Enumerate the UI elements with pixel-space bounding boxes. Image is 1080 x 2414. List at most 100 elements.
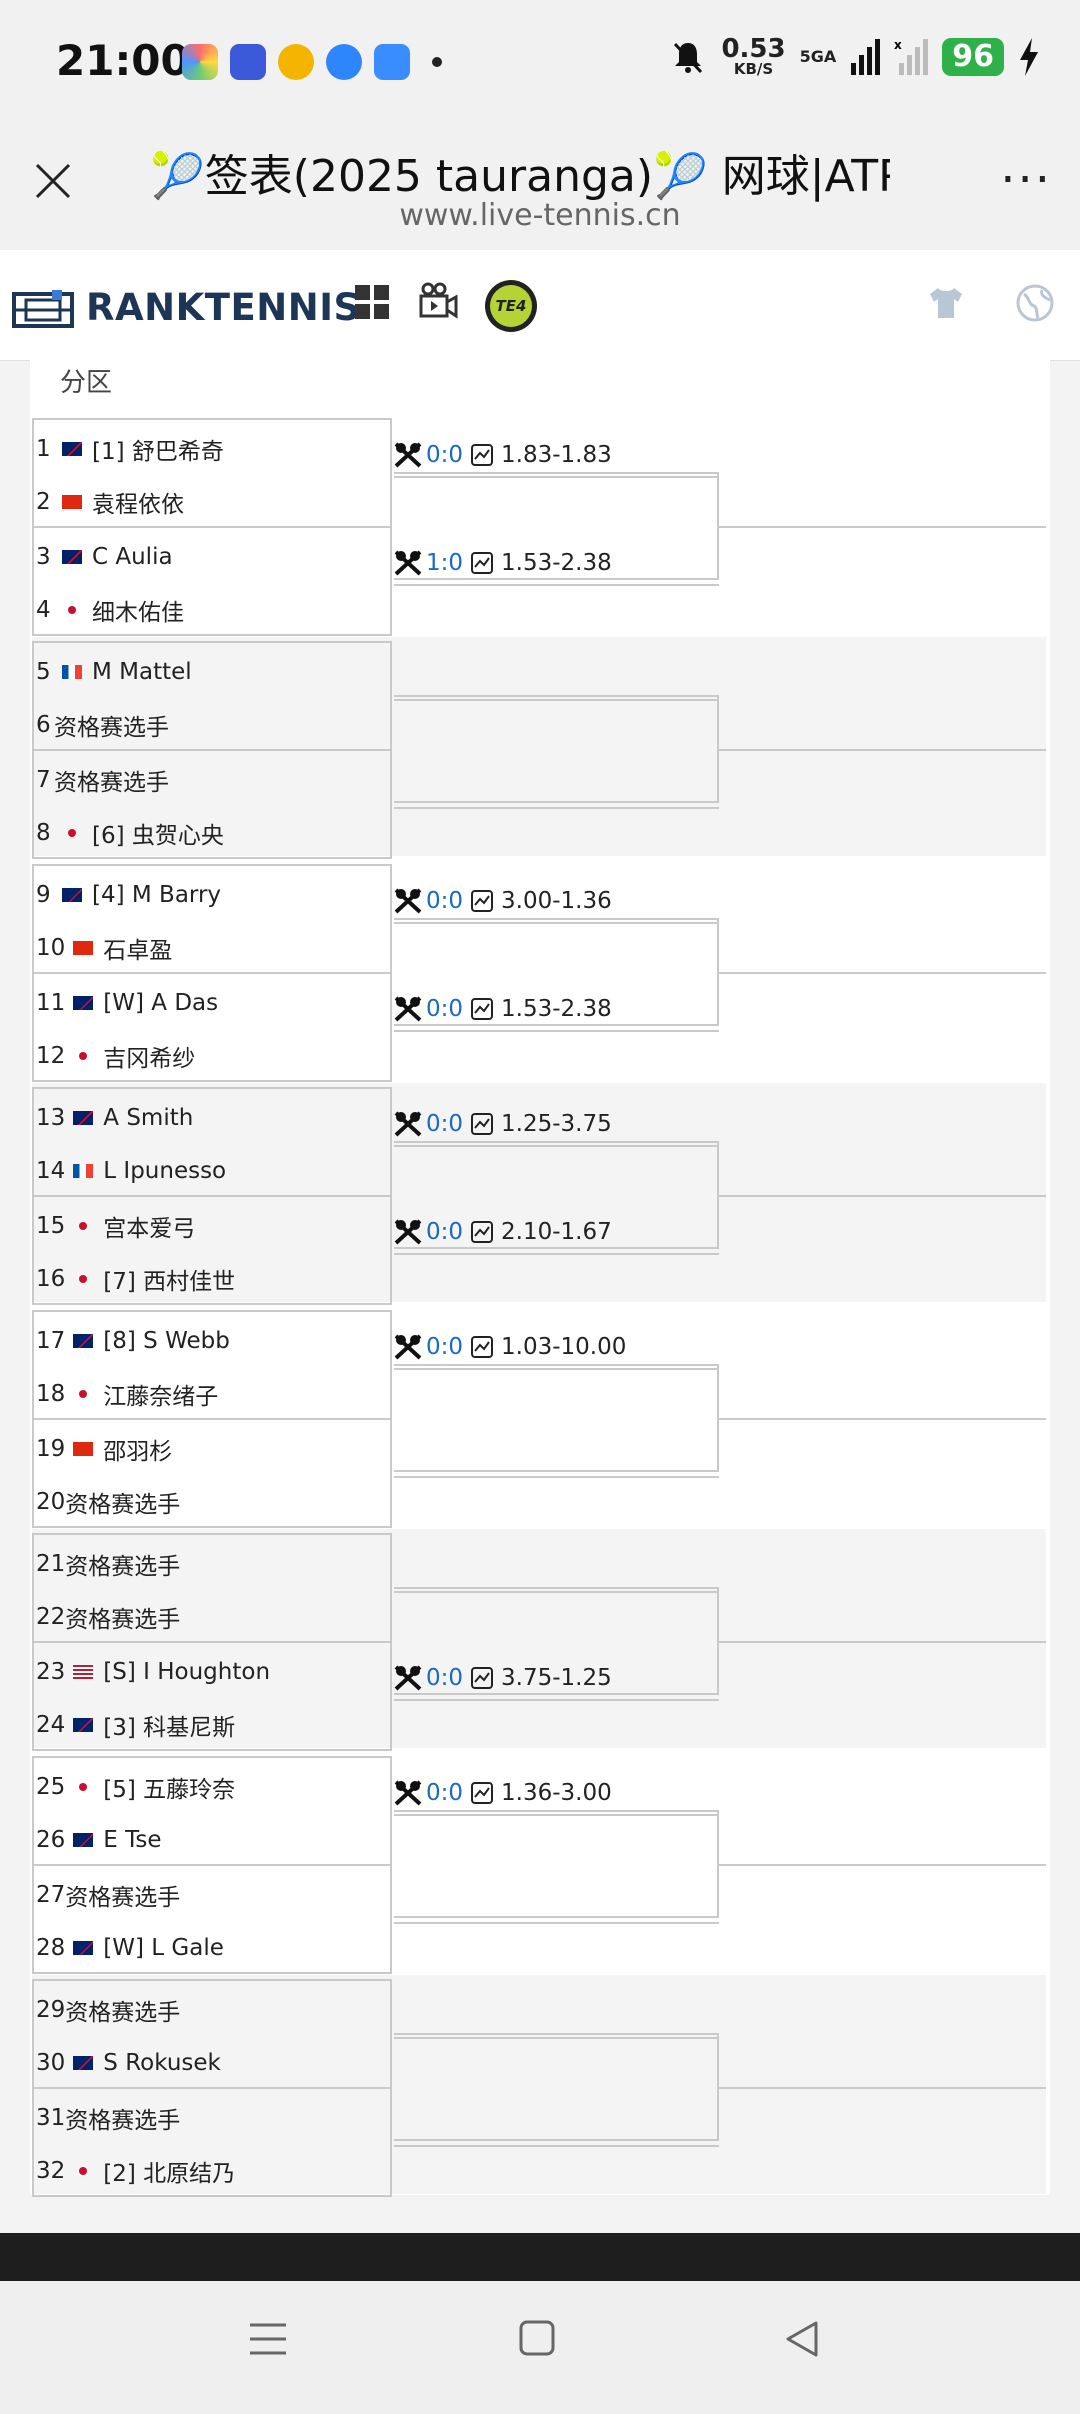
- home-nav-icon[interactable]: [518, 2319, 556, 2357]
- player-row[interactable]: 29 资格赛选手: [36, 1993, 180, 2027]
- page-title: 🎾签表(2025 tauranga)🎾 网球|ATP...: [150, 151, 890, 202]
- player-row[interactable]: 9 [4] M Barry: [36, 878, 221, 912]
- player-seed-number: 6: [36, 712, 51, 738]
- grid-menu-icon[interactable]: [354, 284, 390, 320]
- japan-flag-icon: [79, 1275, 88, 1283]
- player-row[interactable]: 14 L Ipunesso: [36, 1154, 226, 1188]
- crossed-rackets-icon: [394, 1780, 422, 1806]
- player-row[interactable]: 18 江藤奈绪子: [36, 1377, 218, 1411]
- player-row[interactable]: 19 邵羽杉: [36, 1432, 172, 1466]
- player-row[interactable]: 24 [3] 科基尼斯: [36, 1708, 235, 1742]
- player-row[interactable]: 20 资格赛选手: [36, 1485, 180, 1519]
- bracket-line: [719, 1195, 1046, 1197]
- te4-badge[interactable]: TE4: [485, 280, 537, 332]
- player-name: [8] S Webb: [103, 1328, 230, 1354]
- aus-flag-icon: [73, 1334, 94, 1348]
- player-row[interactable]: 32 [2] 北原结乃: [36, 2154, 235, 2188]
- player-seed-number: 7: [36, 767, 51, 793]
- match-score[interactable]: 0:0: [426, 442, 463, 468]
- site-logo-text[interactable]: RANKTENNIS: [86, 286, 361, 329]
- bracket-line: [394, 807, 719, 809]
- match-odds[interactable]: 0:0 1.03-10.00: [394, 1332, 626, 1362]
- player-row[interactable]: 6 资格赛选手: [36, 708, 169, 742]
- player-name: 江藤奈绪子: [103, 1384, 219, 1410]
- player-row[interactable]: 2 袁程依依: [36, 485, 184, 519]
- match-odds[interactable]: 0:0 1.36-3.00: [394, 1778, 612, 1808]
- player-row[interactable]: 21 资格赛选手: [36, 1547, 180, 1581]
- video-camera-icon[interactable]: [418, 282, 458, 322]
- player-seed-number: 27: [36, 1882, 66, 1908]
- player-name: E Tse: [103, 1827, 162, 1853]
- player-row[interactable]: 16 [7] 西村佳世: [36, 1262, 235, 1296]
- chart-icon: [471, 1782, 494, 1804]
- player-name: [W] A Das: [103, 990, 219, 1016]
- player-seed-number: 17: [36, 1328, 66, 1354]
- browser-title-bar: 🎾签表(2025 tauranga)🎾 网球|ATP... www.live-t…: [0, 120, 1080, 250]
- bracket-line: [719, 1864, 1046, 1866]
- player-name: 资格赛选手: [65, 2000, 181, 2026]
- more-options-button[interactable]: ···: [1000, 156, 1052, 204]
- player-seed-number: 4: [36, 597, 51, 623]
- nzl-flag-icon: [73, 996, 94, 1010]
- player-row[interactable]: 5 M Mattel: [36, 655, 192, 689]
- player-name: [2] 北原结乃: [103, 2161, 236, 2187]
- back-nav-icon[interactable]: [782, 2319, 822, 2359]
- weibo-icon: [278, 44, 314, 80]
- shirt-icon[interactable]: [928, 286, 964, 320]
- player-row[interactable]: 1 [1] 舒巴希奇: [36, 432, 224, 466]
- bracket-line: [394, 1699, 719, 1701]
- player-row[interactable]: 3 C Aulia: [36, 540, 173, 574]
- page-footer: [0, 2233, 1080, 2281]
- menu-nav-icon[interactable]: [248, 2319, 288, 2359]
- player-row[interactable]: 22 资格赛选手: [36, 1600, 180, 1634]
- nzl-flag-icon: [73, 1833, 94, 1847]
- player-row[interactable]: 28 [W] L Gale: [36, 1931, 224, 1965]
- player-row[interactable]: 15 宫本爱弓: [36, 1209, 195, 1243]
- player-row[interactable]: 27 资格赛选手: [36, 1878, 180, 1912]
- player-seed-number: 5: [36, 659, 51, 685]
- ranktennis-logo-icon[interactable]: [12, 290, 74, 330]
- match-score[interactable]: 0:0: [426, 888, 463, 914]
- match-odds-value: 1.25-3.75: [501, 1111, 612, 1137]
- player-row[interactable]: 4 细木佑佳: [36, 593, 184, 627]
- player-name: [1] 舒巴希奇: [92, 439, 224, 465]
- network-type: 5GA: [799, 47, 837, 66]
- bracket-line: [394, 1253, 719, 1255]
- player-seed-number: 25: [36, 1774, 66, 1800]
- player-row[interactable]: 25 [5] 五藤玲奈: [36, 1770, 235, 1804]
- player-row[interactable]: 8 [6] 虫贺心央: [36, 816, 224, 850]
- player-row[interactable]: 11 [W] A Das: [36, 986, 218, 1020]
- player-seed-number: 15: [36, 1213, 66, 1239]
- more-notifications-dot-icon: [432, 57, 442, 67]
- player-seed-number: 12: [36, 1043, 66, 1069]
- player-row[interactable]: 12 吉冈希纱: [36, 1039, 195, 1073]
- player-seed-number: 28: [36, 1935, 66, 1961]
- player-row[interactable]: 30 S Rokusek: [36, 2046, 221, 2080]
- player-row[interactable]: 10 石卓盈: [36, 931, 172, 965]
- round2-box: [394, 1141, 719, 1249]
- player-row[interactable]: 7 资格赛选手: [36, 763, 169, 797]
- aus-flag-icon: [62, 442, 82, 456]
- globe-icon[interactable]: [1016, 284, 1054, 322]
- player-row[interactable]: 23 [S] I Houghton: [36, 1655, 270, 1689]
- match-odds[interactable]: 0:0 3.00-1.36: [394, 886, 612, 916]
- player-seed-number: 18: [36, 1381, 66, 1407]
- usa-flag-icon: [73, 1665, 94, 1679]
- player-row[interactable]: 13 A Smith: [36, 1101, 193, 1135]
- match-odds[interactable]: 0:0 1.83-1.83: [394, 440, 612, 470]
- player-row[interactable]: 26 E Tse: [36, 1823, 162, 1857]
- close-button[interactable]: [28, 156, 78, 206]
- match-score[interactable]: 0:0: [426, 1780, 463, 1806]
- japan-flag-icon: [79, 1783, 88, 1791]
- player-name: [W] L Gale: [103, 1935, 224, 1961]
- player-row[interactable]: 31 资格赛选手: [36, 2101, 180, 2135]
- player-name: 资格赛选手: [65, 2108, 181, 2134]
- player-name: C Aulia: [92, 544, 173, 570]
- match-odds[interactable]: 0:0 1.25-3.75: [394, 1109, 612, 1139]
- mute-bell-icon: [674, 42, 703, 73]
- search-app-icon: [374, 44, 410, 80]
- player-row[interactable]: 17 [8] S Webb: [36, 1324, 230, 1358]
- match-score[interactable]: 0:0: [426, 1111, 463, 1137]
- bracket-line: [719, 749, 1046, 751]
- match-score[interactable]: 0:0: [426, 1334, 463, 1360]
